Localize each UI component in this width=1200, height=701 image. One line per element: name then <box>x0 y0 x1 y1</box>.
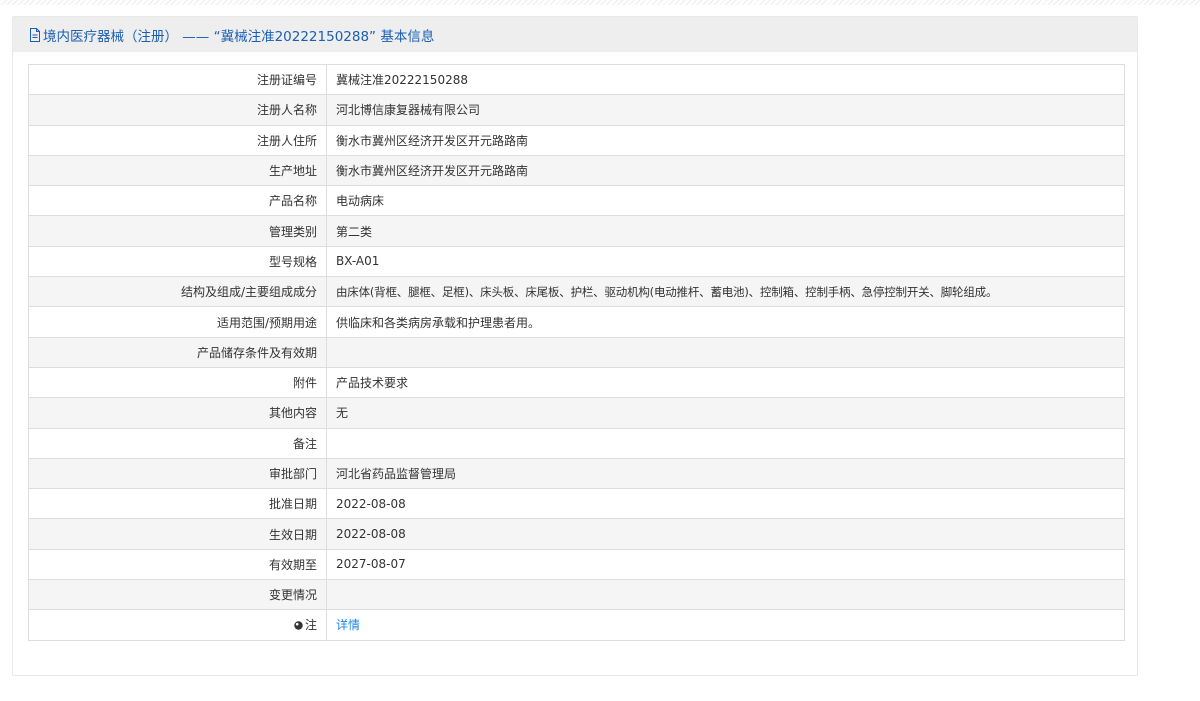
table-row: 产品名称 电动病床 <box>28 185 1125 217</box>
field-value <box>326 579 1125 611</box>
field-value <box>326 427 1125 459</box>
field-label: 型号规格 <box>28 245 327 278</box>
table-row: 注册人住所 衡水市冀州区经济开发区开元路路南 <box>28 124 1125 156</box>
field-value: 河北博信康复器械有限公司 <box>326 94 1125 126</box>
field-value: 2022-08-08 <box>326 488 1125 520</box>
basic-info-panel: 境内医疗器械（注册） —— “冀械注准20222150288” 基本信息 注册证… <box>12 16 1138 676</box>
field-label: 产品储存条件及有效期 <box>28 336 327 368</box>
table-row: 注册人名称 河北博信康复器械有限公司 <box>28 94 1125 126</box>
field-label: 备注 <box>28 427 327 459</box>
field-label: 管理类别 <box>28 215 327 247</box>
field-label: 批准日期 <box>28 488 327 520</box>
table-row: 产品储存条件及有效期 <box>28 336 1125 368</box>
field-value: 衡水市冀州区经济开发区开元路路南 <box>326 124 1125 156</box>
field-value: 电动病床 <box>326 185 1125 217</box>
field-label: 适用范围/预期用途 <box>28 306 327 338</box>
table-row: 注册证编号 冀械注准20222150288 <box>28 63 1125 96</box>
field-value: 由床体(背框、腿框、足框)、床头板、床尾板、护栏、驱动机构(电动推杆、蓄电池)、… <box>326 276 1125 308</box>
field-label: 生产地址 <box>28 154 327 187</box>
table-row: 管理类别 第二类 <box>28 215 1125 247</box>
field-value: 冀械注准20222150288 <box>326 63 1125 96</box>
field-value: 供临床和各类病房承载和护理患者用。 <box>326 306 1125 338</box>
field-value: 衡水市冀州区经济开发区开元路路南 <box>326 154 1125 187</box>
panel-header: 境内医疗器械（注册） —— “冀械注准20222150288” 基本信息 <box>13 17 1137 52</box>
field-label: 变更情况 <box>28 579 327 611</box>
table-row: 有效期至 2027-08-07 <box>28 548 1125 581</box>
field-value: 无 <box>326 397 1125 429</box>
field-label: 审批部门 <box>28 457 327 490</box>
note-row: 注 详情 <box>28 609 1125 641</box>
info-table: 注册证编号 冀械注准20222150288 注册人名称 河北博信康复器械有限公司 注册人… <box>28 63 1125 641</box>
note-label: 注 <box>304 618 317 633</box>
field-label: 结构及组成/主要组成成分 <box>28 276 327 308</box>
field-value: 2027-08-07 <box>326 548 1125 581</box>
field-value: 第二类 <box>326 215 1125 247</box>
top-decorative-strip <box>0 0 1200 5</box>
table-row: 审批部门 河北省药品监督管理局 <box>28 457 1125 490</box>
table-row: 变更情况 <box>28 579 1125 611</box>
field-label: 注册证编号 <box>28 63 327 96</box>
field-label: 附件 <box>28 366 327 399</box>
panel-title: 境内医疗器械（注册） —— “冀械注准20222150288” 基本信息 <box>43 28 435 45</box>
table-row: 生产地址 衡水市冀州区经济开发区开元路路南 <box>28 154 1125 187</box>
note-label-cell: 注 <box>28 609 327 641</box>
field-value <box>326 336 1125 368</box>
field-value: 2022-08-08 <box>326 518 1125 550</box>
table-row: 其他内容无 <box>28 397 1125 429</box>
table-row: 生效日期 2022-08-08 <box>28 518 1125 550</box>
field-value: 产品技术要求 <box>326 366 1125 399</box>
field-value: BX-A01 <box>326 245 1125 278</box>
field-value: 河北省药品监督管理局 <box>326 457 1125 490</box>
details-link[interactable]: 详情 <box>336 618 360 632</box>
location-pin-icon <box>294 619 303 631</box>
table-row: 附件 产品技术要求 <box>28 366 1125 399</box>
table-row: 批准日期 2022-08-08 <box>28 488 1125 520</box>
field-label: 注册人名称 <box>28 94 327 126</box>
field-label: 产品名称 <box>28 185 327 217</box>
field-label: 其他内容 <box>28 397 327 429</box>
table-row: 适用范围/预期用途 供临床和各类病房承载和护理患者用。 <box>28 306 1125 338</box>
table-row: 备注 <box>28 427 1125 459</box>
field-label: 有效期至 <box>28 548 327 581</box>
table-row: 型号规格 BX-A01 <box>28 245 1125 278</box>
document-icon <box>29 27 41 42</box>
field-label: 生效日期 <box>28 518 327 550</box>
note-value-cell: 详情 <box>326 609 1125 641</box>
table-row: 结构及组成/主要组成成分 由床体(背框、腿框、足框)、床头板、床尾板、护栏、驱动机… <box>28 276 1125 308</box>
field-label: 注册人住所 <box>28 124 327 156</box>
